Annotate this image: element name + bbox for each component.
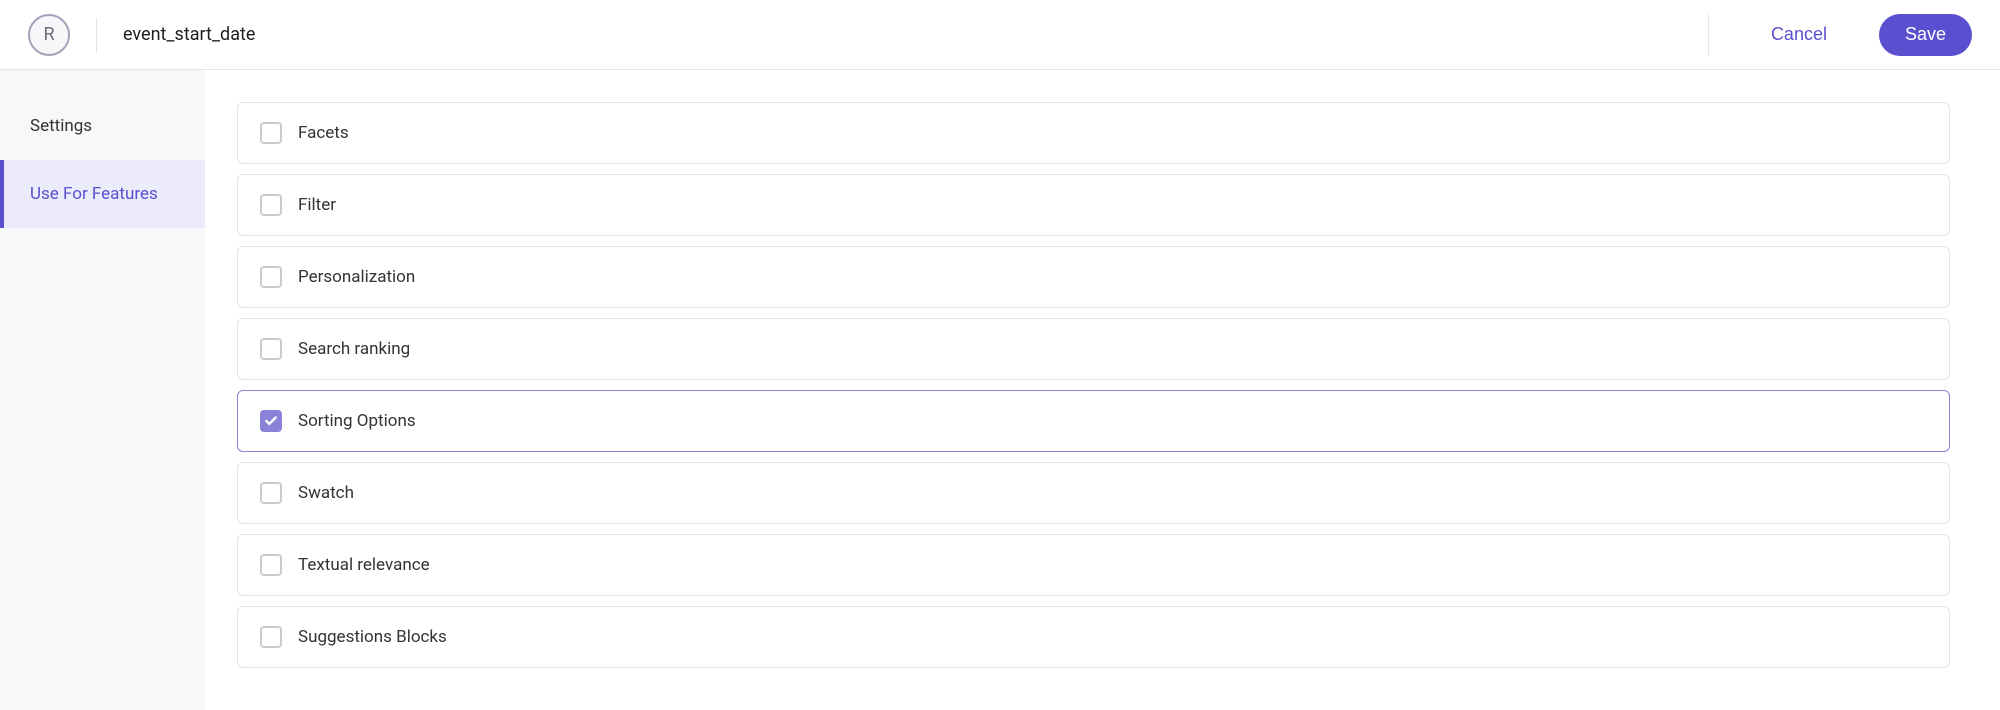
avatar[interactable]: R [28, 14, 70, 56]
divider [96, 18, 97, 52]
feature-row-filter[interactable]: Filter [237, 174, 1950, 236]
checkbox[interactable] [260, 338, 282, 360]
feature-label: Swatch [298, 483, 354, 503]
sidebar: Settings Use For Features [0, 70, 205, 710]
checkbox[interactable] [260, 194, 282, 216]
feature-row-sorting-options[interactable]: Sorting Options [237, 390, 1950, 452]
checkbox[interactable] [260, 554, 282, 576]
feature-row-personalization[interactable]: Personalization [237, 246, 1950, 308]
checkbox[interactable] [260, 482, 282, 504]
feature-label: Personalization [298, 267, 415, 287]
feature-row-textual-relevance[interactable]: Textual relevance [237, 534, 1950, 596]
main-content: Facets Filter Personalization Search ran… [205, 70, 2000, 710]
top-bar: R event_start_date Cancel Save [0, 0, 2000, 70]
save-button[interactable]: Save [1879, 14, 1972, 56]
checkbox[interactable] [260, 122, 282, 144]
feature-label: Textual relevance [298, 555, 430, 575]
feature-row-facets[interactable]: Facets [237, 102, 1950, 164]
sidebar-item-label: Use For Features [30, 184, 158, 204]
feature-label: Suggestions Blocks [298, 627, 447, 647]
checkbox[interactable] [260, 266, 282, 288]
feature-label: Search ranking [298, 339, 410, 359]
feature-row-suggestions-blocks[interactable]: Suggestions Blocks [237, 606, 1950, 668]
feature-row-swatch[interactable]: Swatch [237, 462, 1950, 524]
feature-label: Facets [298, 123, 349, 143]
feature-row-search-ranking[interactable]: Search ranking [237, 318, 1950, 380]
feature-label: Sorting Options [298, 411, 416, 431]
page-title: event_start_date [123, 24, 255, 45]
checkbox[interactable] [260, 626, 282, 648]
checkbox[interactable] [260, 410, 282, 432]
divider [1708, 14, 1709, 56]
sidebar-item-settings[interactable]: Settings [0, 92, 205, 160]
avatar-initial: R [43, 24, 54, 45]
feature-label: Filter [298, 195, 336, 215]
check-icon [264, 414, 278, 428]
sidebar-item-label: Settings [30, 116, 92, 136]
cancel-button[interactable]: Cancel [1745, 14, 1853, 56]
sidebar-item-use-for-features[interactable]: Use For Features [0, 160, 205, 228]
